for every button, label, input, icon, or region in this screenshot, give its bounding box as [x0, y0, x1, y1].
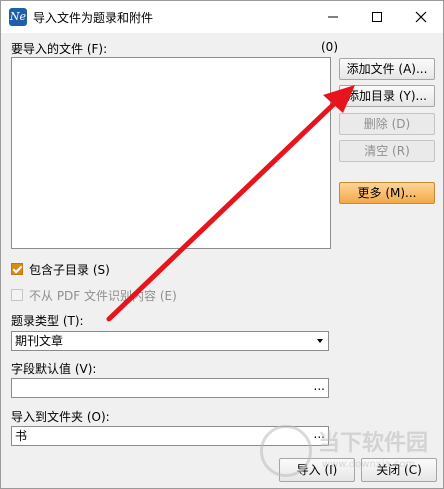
ref-type-select[interactable]: 期刊文章: [11, 331, 329, 351]
watermark-logo-icon: [260, 425, 312, 477]
field-default-input[interactable]: ...: [11, 378, 329, 398]
include-subdirs-checkbox[interactable]: [11, 263, 23, 275]
add-file-button[interactable]: 添加文件 (A)...: [339, 58, 435, 80]
chevron-down-icon: [317, 339, 323, 343]
file-count: (0): [321, 40, 338, 54]
app-icon: Ne: [9, 8, 27, 26]
close-window-button[interactable]: [399, 1, 443, 33]
minimize-button[interactable]: [311, 1, 355, 33]
minimize-icon: [328, 16, 338, 18]
ref-type-label: 题录类型 (T):: [11, 314, 84, 328]
files-label: 要导入的文件 (F):: [11, 42, 108, 56]
no-pdf-recognition-checkbox[interactable]: [11, 289, 23, 301]
field-default-label: 字段默认值 (V):: [11, 362, 97, 376]
watermark-text: 当下软件园: [318, 431, 429, 456]
maximize-button[interactable]: [355, 1, 399, 33]
more-button[interactable]: 更多 (M)...: [339, 182, 435, 204]
window-title: 导入文件为题录和附件: [33, 11, 154, 25]
watermark: 当下软件园 www.downxia.com: [256, 419, 441, 485]
watermark-url: www.downxia.com: [322, 459, 416, 470]
import-files-dialog: Ne 导入文件为题录和附件 要导入的文件 (F): (0) 添加文件 (A)..…: [0, 0, 444, 489]
field-default-browse-button[interactable]: ...: [314, 377, 325, 395]
file-list[interactable]: [11, 57, 331, 249]
include-subdirs-label: 包含子目录 (S): [29, 263, 110, 277]
title-bar: Ne 导入文件为题录和附件: [1, 1, 443, 33]
import-folder-label: 导入到文件夹 (O):: [11, 410, 110, 424]
delete-button[interactable]: 删除 (D): [339, 113, 435, 135]
add-directory-button[interactable]: 添加目录 (Y)...: [339, 85, 435, 107]
ref-type-value: 期刊文章: [15, 334, 64, 348]
maximize-icon: [372, 12, 382, 22]
close-icon: [415, 11, 427, 23]
clear-button[interactable]: 清空 (R): [339, 140, 435, 162]
import-folder-value: 书: [15, 429, 28, 443]
no-pdf-recognition-label: 不从 PDF 文件识别内容 (E): [29, 289, 177, 303]
